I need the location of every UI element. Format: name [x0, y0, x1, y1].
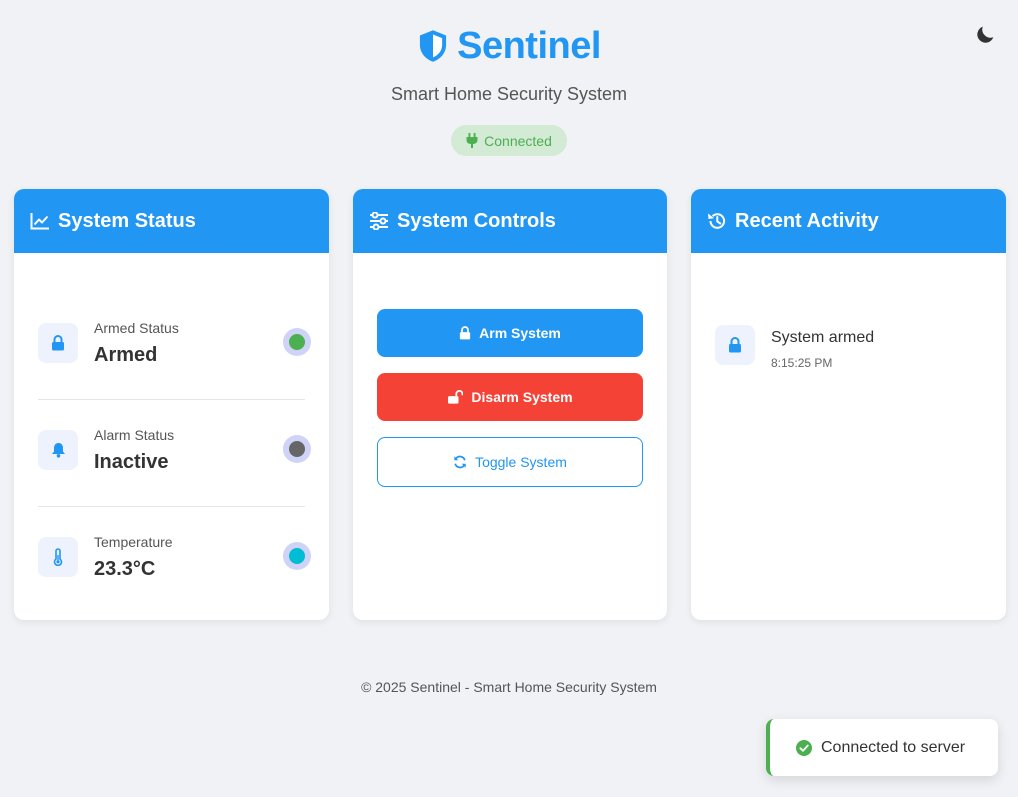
- check-circle-icon: [796, 739, 812, 756]
- chart-line-icon: [30, 213, 49, 230]
- armed-status-label: Armed Status: [94, 320, 179, 336]
- alarm-status-icon-box: [38, 430, 78, 470]
- header: Sentinel Smart Home Security System Conn…: [0, 24, 1018, 156]
- recent-activity-title: Recent Activity: [735, 209, 879, 232]
- arm-system-button[interactable]: Arm System: [377, 309, 643, 357]
- recent-activity-card: Recent Activity System armed 8:15:25 PM: [691, 189, 1006, 620]
- history-icon: [708, 213, 726, 229]
- activity-time: 8:15:25 PM: [771, 356, 833, 370]
- system-controls-card: System Controls Arm System Disarm System: [353, 189, 667, 620]
- armed-status-indicator: [283, 328, 311, 356]
- armed-status-value: Armed: [94, 344, 158, 366]
- bell-icon: [51, 443, 65, 458]
- alarm-status-item: Alarm Status Inactive: [38, 400, 311, 507]
- system-controls-header: System Controls: [353, 189, 667, 253]
- page: Sentinel Smart Home Security System Conn…: [0, 0, 1018, 797]
- lock-icon: [52, 335, 64, 351]
- brand: Sentinel: [0, 24, 1018, 68]
- thermometer-icon: [53, 548, 63, 566]
- alarm-status-label: Alarm Status: [94, 427, 175, 443]
- activity-icon-box: [715, 325, 755, 365]
- temperature-value: 23.3°C: [94, 558, 156, 580]
- system-status-header: System Status: [14, 189, 329, 253]
- activity-item: System armed 8:15:25 PM: [715, 325, 982, 381]
- armed-status-icon-box: [38, 323, 78, 363]
- recent-activity-header: Recent Activity: [691, 189, 1006, 253]
- unlock-icon: [448, 390, 464, 404]
- arm-system-label: Arm System: [479, 325, 561, 341]
- alarm-status-indicator: [283, 435, 311, 463]
- connection-status-text: Connected: [484, 132, 552, 149]
- alarm-status-value: Inactive: [94, 451, 169, 473]
- temperature-icon-box: [38, 537, 78, 577]
- temperature-indicator: [283, 542, 311, 570]
- app-title: Sentinel: [457, 24, 601, 67]
- app-subtitle: Smart Home Security System: [390, 84, 628, 104]
- temperature-label: Temperature: [94, 534, 173, 550]
- toast-notification[interactable]: Connected to server: [766, 719, 998, 776]
- disarm-system-label: Disarm System: [471, 389, 573, 405]
- lock-icon: [459, 326, 471, 340]
- lock-icon: [729, 337, 741, 353]
- system-status-title: System Status: [58, 209, 196, 232]
- toggle-system-button[interactable]: Toggle System: [377, 437, 643, 487]
- disarm-system-button[interactable]: Disarm System: [377, 373, 643, 421]
- toast-message: Connected to server: [821, 738, 966, 756]
- armed-status-item: Armed Status Armed: [38, 293, 311, 400]
- system-controls-title: System Controls: [397, 209, 556, 232]
- sync-icon: [454, 455, 466, 469]
- plug-icon: [466, 133, 478, 148]
- activity-text: System armed: [771, 329, 875, 346]
- connection-status-badge: Connected: [451, 125, 567, 156]
- toggle-system-label: Toggle System: [475, 454, 567, 470]
- footer: © 2025 Sentinel - Smart Home Security Sy…: [361, 679, 657, 695]
- shield-icon: [420, 30, 447, 62]
- temperature-item: Temperature 23.3°C: [38, 507, 311, 614]
- system-status-card: System Status Armed Status Armed Alarm S…: [14, 189, 329, 620]
- sliders-icon: [370, 212, 388, 230]
